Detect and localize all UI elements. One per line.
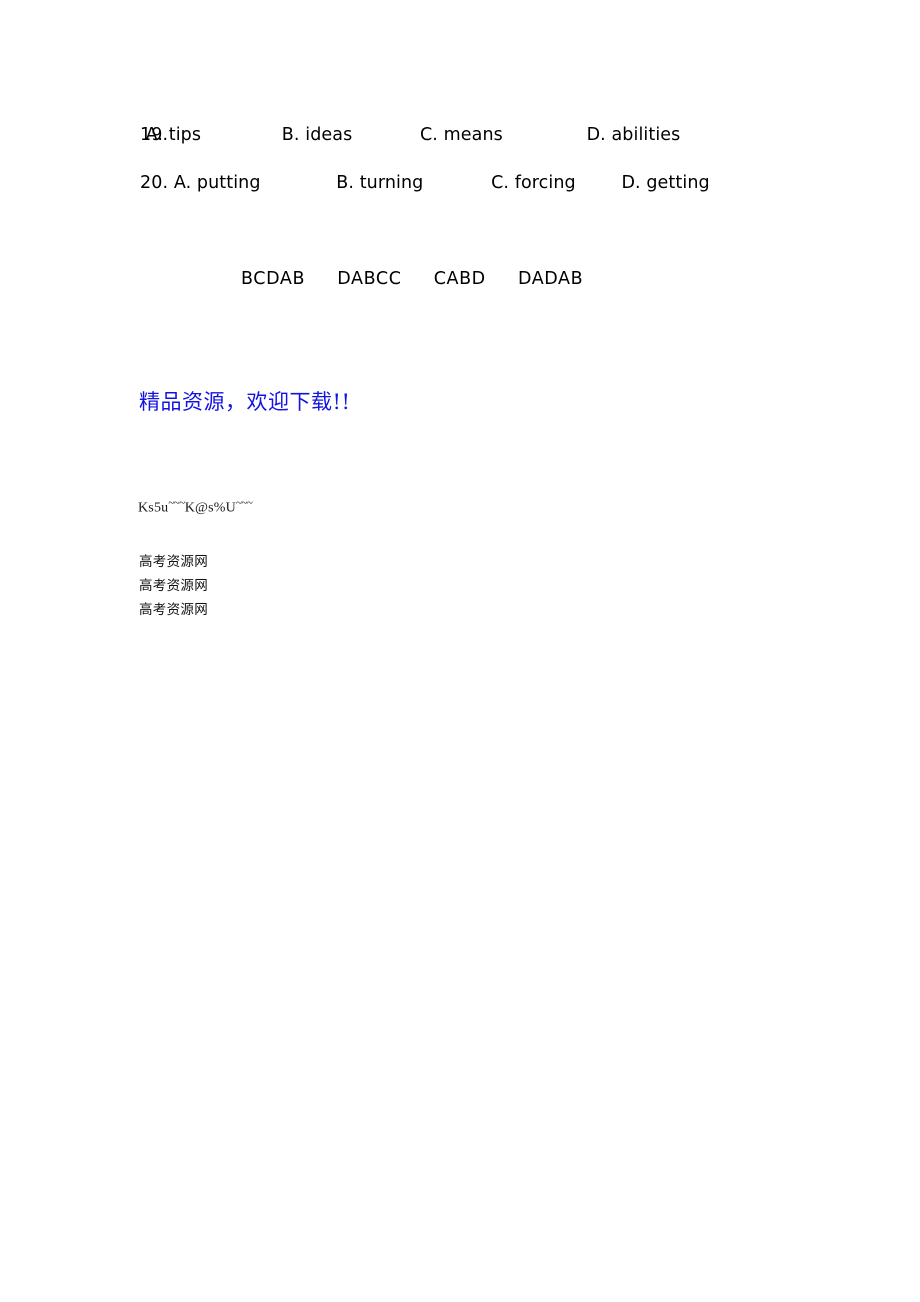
site-code-prefix: Ks5u — [138, 500, 169, 516]
answer-key-group-2: DABCC — [337, 269, 402, 289]
site-name-line-2: 高考资源网 — [139, 578, 208, 593]
promo-heading: 精品资源，欢迎下载!! — [139, 390, 351, 414]
document-page: 19. A. tips B. ideas C. means D. abiliti… — [0, 0, 920, 1302]
question-20-option-c[interactable]: C. forcing — [491, 173, 576, 193]
answer-key-group-4: DADAB — [517, 269, 584, 289]
site-name-line-1: 高考资源网 — [139, 554, 208, 569]
faint-watermark-line-2 — [140, 428, 188, 440]
question-row-19: 19. A. tips B. ideas C. means D. abiliti… — [140, 125, 681, 145]
site-code-tilde-1: ~~~ — [168, 497, 185, 509]
faint-watermark-line-1 — [140, 354, 214, 366]
site-code-middle: K@s%U — [184, 500, 236, 516]
question-20-option-d[interactable]: D. getting — [621, 173, 709, 193]
question-20-option-a[interactable]: A. putting — [174, 173, 261, 193]
answer-key-group-3: CABD — [433, 269, 486, 289]
question-19-option-a[interactable]: A. tips — [146, 125, 201, 145]
answer-key-group-1: BCDAB — [241, 269, 306, 289]
site-name-line-3: 高考资源网 — [139, 602, 208, 617]
site-code-line: Ks5u~~~K@s%U~~~ — [138, 497, 253, 517]
faint-watermark-line-3 — [140, 450, 199, 462]
question-number-20: 20. — [140, 173, 169, 193]
question-19-option-c[interactable]: C. means — [420, 125, 503, 145]
answer-key: BCDAB DABCC CABD DADAB — [241, 269, 583, 289]
question-19-option-d[interactable]: D. abilities — [587, 125, 681, 145]
question-19-option-b[interactable]: B. ideas — [282, 125, 353, 145]
question-row-20: 20. A. putting B. turning C. forcing D. … — [140, 173, 710, 193]
question-20-option-b[interactable]: B. turning — [336, 173, 423, 193]
site-code-tilde-2: ~~~ — [235, 497, 253, 509]
